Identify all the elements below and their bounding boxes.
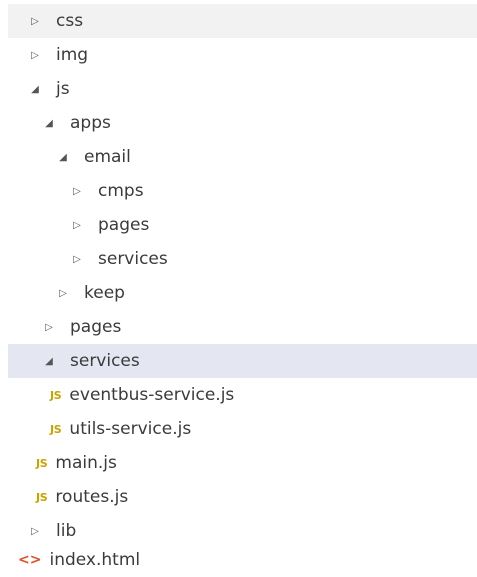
chevron-right-icon[interactable]: ▷ (28, 16, 42, 27)
tree-item-label: apps (70, 113, 111, 133)
tree-item-utils-service-file[interactable]: JS utils-service.js (8, 412, 477, 446)
tree-item-label: lib (56, 521, 77, 541)
tree-item-index-html-file[interactable]: <> index.html (8, 543, 477, 577)
tree-item-label: email (84, 147, 131, 167)
js-file-icon: JS (50, 388, 62, 402)
tree-item-apps-folder[interactable]: ◢ apps (8, 106, 477, 140)
tree-item-main-js-file[interactable]: JS main.js (8, 446, 477, 480)
tree-item-label: img (56, 45, 89, 65)
tree-item-js-services-folder[interactable]: ◢ services (8, 344, 477, 378)
chevron-down-icon[interactable]: ◢ (28, 84, 42, 95)
tree-item-cmps-folder[interactable]: ▷ cmps (8, 174, 477, 208)
tree-item-label: utils-service.js (69, 419, 192, 439)
chevron-right-icon[interactable]: ▷ (42, 322, 56, 333)
tree-item-label: js (56, 79, 70, 99)
tree-item-label: cmps (98, 181, 144, 201)
html-file-icon: <> (18, 552, 42, 568)
tree-item-email-pages-folder[interactable]: ▷ pages (8, 208, 477, 242)
tree-item-eventbus-service-file[interactable]: JS eventbus-service.js (8, 378, 477, 412)
tree-item-email-folder[interactable]: ◢ email (8, 140, 477, 174)
tree-item-keep-folder[interactable]: ▷ keep (8, 276, 477, 310)
tree-item-css-folder[interactable]: ▷ css (8, 4, 477, 38)
tree-item-label: css (56, 11, 84, 31)
tree-item-label: main.js (55, 453, 117, 473)
chevron-right-icon[interactable]: ▷ (70, 254, 84, 265)
chevron-right-icon[interactable]: ▷ (28, 50, 42, 61)
tree-item-routes-js-file[interactable]: JS routes.js (8, 480, 477, 514)
file-explorer-tree: ▷ css ▷ img ◢ js ◢ apps ◢ email ▷ cmps ▷… (0, 0, 477, 577)
tree-item-label: routes.js (55, 487, 129, 507)
chevron-down-icon[interactable]: ◢ (56, 152, 70, 163)
chevron-down-icon[interactable]: ◢ (42, 356, 56, 367)
tree-item-label: pages (70, 317, 122, 337)
tree-item-label: keep (84, 283, 125, 303)
tree-item-label: services (98, 249, 168, 269)
tree-item-label: services (70, 351, 140, 371)
js-file-icon: JS (50, 422, 62, 436)
chevron-down-icon[interactable]: ◢ (42, 118, 56, 129)
tree-item-label: pages (98, 215, 150, 235)
tree-item-js-folder[interactable]: ◢ js (8, 72, 477, 106)
tree-item-js-pages-folder[interactable]: ▷ pages (8, 310, 477, 344)
chevron-right-icon[interactable]: ▷ (70, 220, 84, 231)
tree-item-label: eventbus-service.js (69, 385, 235, 405)
chevron-right-icon[interactable]: ▷ (70, 186, 84, 197)
js-file-icon: JS (36, 456, 48, 470)
tree-item-label: index.html (49, 550, 141, 570)
js-file-icon: JS (36, 490, 48, 504)
chevron-right-icon[interactable]: ▷ (56, 288, 70, 299)
tree-item-email-services-folder[interactable]: ▷ services (8, 242, 477, 276)
tree-item-img-folder[interactable]: ▷ img (8, 38, 477, 72)
chevron-right-icon[interactable]: ▷ (28, 526, 42, 537)
